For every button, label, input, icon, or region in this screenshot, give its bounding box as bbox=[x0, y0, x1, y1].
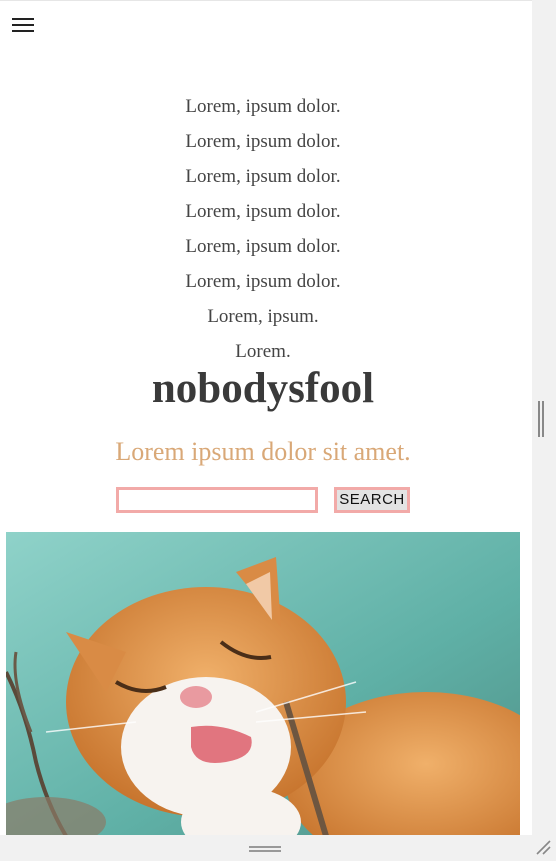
nav-menu-item[interactable]: Lorem, ipsum dolor. bbox=[0, 159, 526, 194]
handle-bar bbox=[249, 846, 281, 848]
search-input[interactable] bbox=[116, 487, 318, 513]
hamburger-bar bbox=[12, 18, 34, 20]
search-button[interactable]: SEARCH bbox=[334, 487, 410, 513]
hamburger-bar bbox=[12, 24, 34, 26]
handle-bar bbox=[249, 850, 281, 852]
side-resize-handle[interactable] bbox=[537, 401, 545, 437]
hamburger-menu-icon[interactable] bbox=[12, 17, 34, 33]
hamburger-bar bbox=[12, 30, 34, 32]
site-title: nobodysfool bbox=[151, 365, 375, 412]
hero-cat-image bbox=[6, 532, 520, 835]
site-tagline: Lorem ipsum dolor sit amet. bbox=[115, 437, 411, 466]
handle-bar bbox=[538, 401, 540, 437]
nav-menu-item[interactable]: Lorem, ipsum dolor. bbox=[0, 124, 526, 159]
nav-menu-item[interactable]: Lorem, ipsum dolor. bbox=[0, 194, 526, 229]
nav-menu-item[interactable]: Lorem, ipsum dolor. bbox=[0, 89, 526, 124]
cat-photo-illustration bbox=[6, 532, 520, 835]
nav-menu-item[interactable]: Lorem, ipsum dolor. bbox=[0, 229, 526, 264]
nav-menu-item[interactable]: Lorem, ipsum. bbox=[0, 299, 526, 334]
resize-grip-icon[interactable] bbox=[534, 838, 552, 856]
handle-bar bbox=[542, 401, 544, 437]
nav-menu: Lorem, ipsum dolor. Lorem, ipsum dolor. … bbox=[0, 89, 526, 369]
bottom-resize-handle[interactable] bbox=[249, 845, 281, 853]
page-viewport: Lorem, ipsum dolor. Lorem, ipsum dolor. … bbox=[0, 0, 532, 835]
nav-menu-item[interactable]: Lorem, ipsum dolor. bbox=[0, 264, 526, 299]
